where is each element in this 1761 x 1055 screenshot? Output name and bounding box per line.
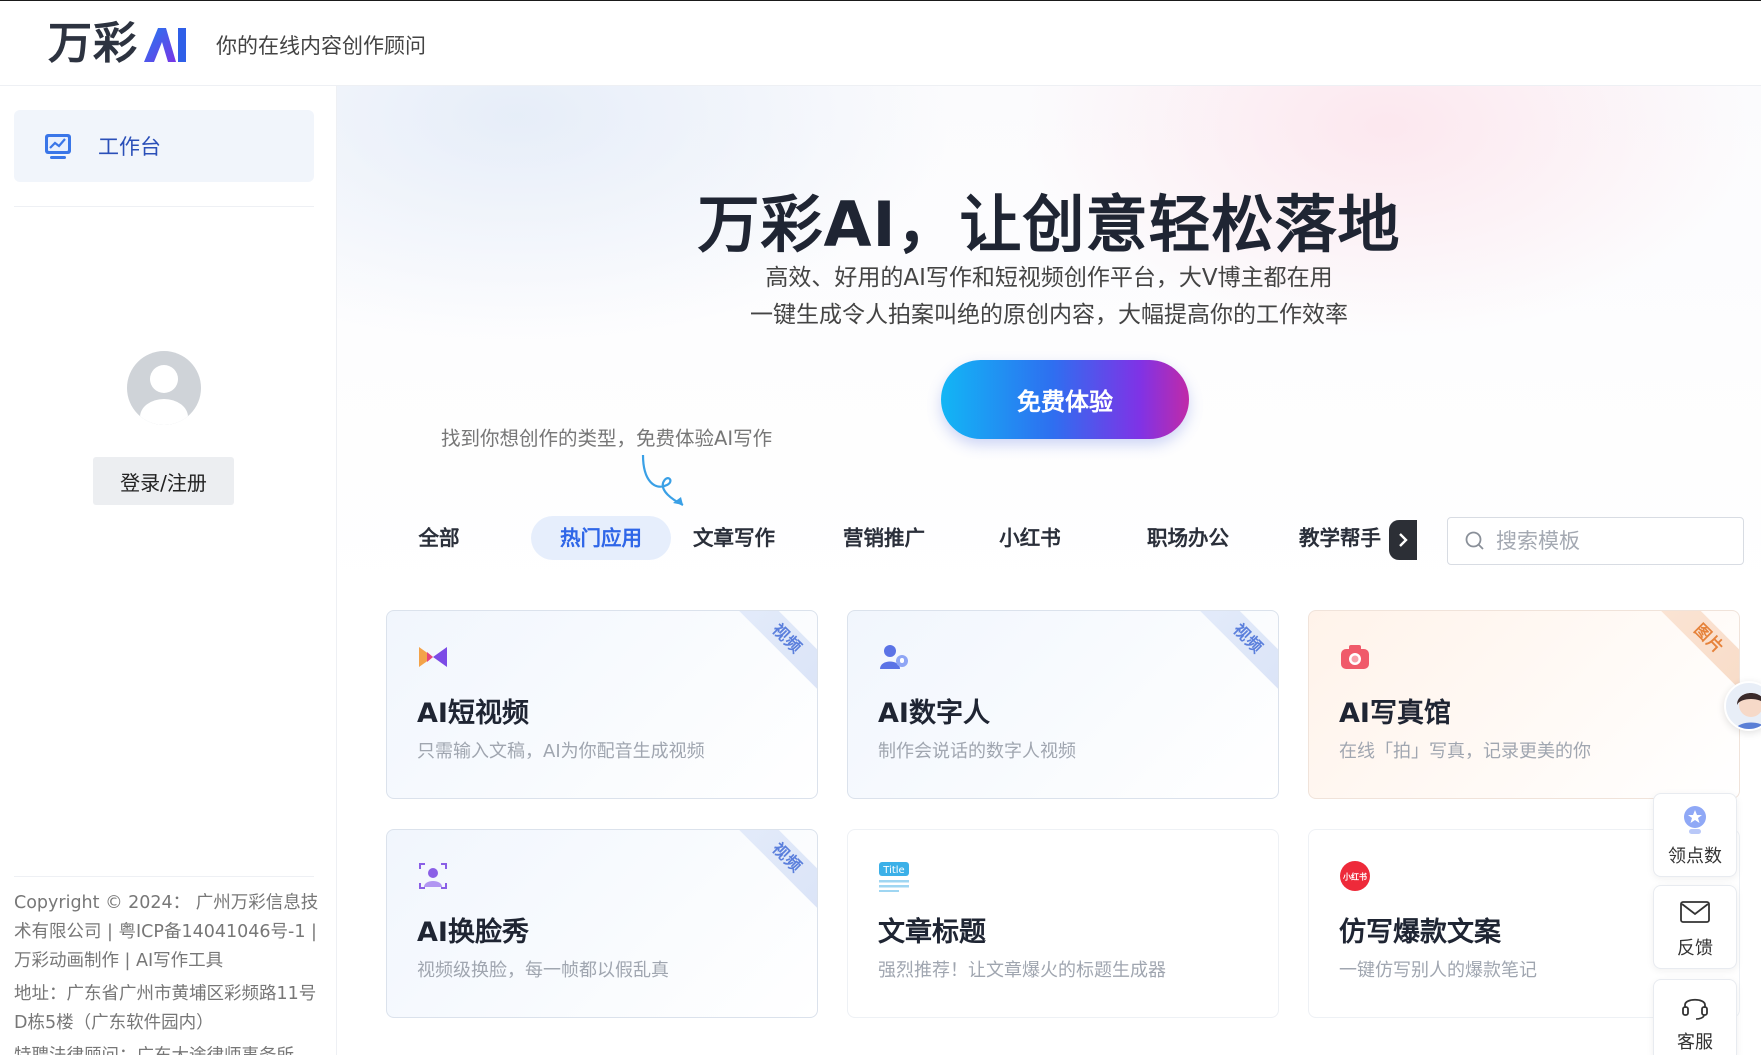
hero-title: 万彩AI，让创意轻松落地 — [697, 188, 1401, 261]
card-description: 视频级换脸，每一帧都以假乱真 — [417, 960, 669, 981]
chart-monitor-icon — [45, 134, 71, 159]
default-user-icon — [140, 365, 188, 425]
card-description: 强烈推荐！让文章爆火的标题生成器 — [878, 960, 1166, 981]
xiaohongshu-icon-text: 小红书 — [1342, 872, 1367, 882]
legal-counsel-text: 特聘法律顾问：广东大途律师事务所 — [14, 1042, 319, 1055]
logo-ai-mark — [142, 24, 192, 64]
template-search-box — [1447, 517, 1744, 565]
title-doc-icon: Title — [879, 862, 909, 892]
main-content: 万彩AI，让创意轻松落地 高效、好用的AI写作和短视频创作平台，大V博主都在用 … — [337, 86, 1761, 1055]
tab-teaching[interactable]: 教学帮手 — [1285, 516, 1395, 560]
feedback-label: 反馈 — [1677, 938, 1713, 959]
customer-service-label: 客服 — [1677, 1032, 1713, 1053]
get-points-button[interactable]: 领点数 — [1653, 793, 1737, 877]
card-title: 文章标题 — [878, 917, 986, 948]
category-tabs: 全部 热门应用 文章写作 营销推广 小红书 职场办公 教学帮手 — [389, 516, 1418, 560]
card-description: 制作会说话的数字人视频 — [878, 741, 1076, 762]
copyright-text: Copyright © 2024： 广州万彩信息技术有限公司 | 粤ICP备14… — [14, 893, 319, 971]
headset-icon — [1682, 998, 1708, 1020]
badge-label: 视频 — [739, 830, 817, 908]
camera-icon — [1341, 645, 1369, 669]
curved-arrow-icon — [641, 454, 684, 506]
bowtie-play-icon — [419, 647, 447, 667]
badge-label: 视频 — [1200, 611, 1278, 689]
sidebar-item-workbench[interactable]: 工作台 — [14, 110, 314, 182]
title-icon-text: Title — [882, 865, 904, 876]
app-card-ai-digital-human[interactable]: AI数字人 制作会说话的数字人视频 视频 — [847, 610, 1279, 799]
card-badge: 视频 — [739, 830, 817, 908]
tabs-scroll-right-button[interactable] — [1389, 520, 1417, 560]
header-tagline: 你的在线内容创作顾问 — [216, 34, 426, 58]
hint-text: 找到你想创作的类型，免费体验AI写作 — [441, 427, 773, 450]
feedback-button[interactable]: 反馈 — [1653, 885, 1737, 969]
search-icon — [1465, 531, 1484, 550]
tab-marketing[interactable]: 营销推广 — [829, 516, 939, 560]
tab-xiaohongshu[interactable]: 小红书 — [985, 516, 1075, 560]
tab-article-writing[interactable]: 文章写作 — [679, 516, 789, 560]
card-description: 只需输入文稿，AI为你配音生成视频 — [417, 741, 705, 762]
brand-logo[interactable]: 万彩 — [48, 19, 192, 69]
hero-subtitle-2: 一键生成令人拍案叫绝的原创内容，大幅提高你的工作效率 — [750, 302, 1348, 328]
tab-hot-apps[interactable]: 热门应用 — [531, 516, 671, 560]
card-title: AI换脸秀 — [417, 917, 529, 948]
points-badge-icon — [1684, 806, 1706, 834]
app-card-ai-short-video[interactable]: AI短视频 只需输入文稿，AI为你配音生成视频 视频 — [386, 610, 818, 799]
mail-icon — [1680, 901, 1710, 923]
badge-label: 图片 — [1661, 611, 1739, 689]
get-points-label: 领点数 — [1668, 846, 1722, 867]
face-scan-icon — [419, 863, 447, 889]
tab-workplace[interactable]: 职场办公 — [1133, 516, 1243, 560]
sidebar-footer-divider — [14, 876, 314, 877]
user-avatar[interactable] — [127, 351, 201, 425]
hero-subtitle-1: 高效、好用的AI写作和短视频创作平台，大V博主都在用 — [765, 265, 1333, 291]
top-header: 万彩 你的在线内容创作顾问 — [0, 0, 1761, 86]
app-card-ai-face-swap[interactable]: AI换脸秀 视频级换脸，每一帧都以假乱真 视频 — [386, 829, 818, 1018]
card-title: AI短视频 — [417, 698, 529, 729]
sidebar-divider — [14, 206, 314, 207]
template-search-input[interactable] — [1496, 529, 1736, 553]
free-trial-button[interactable]: 免费体验 — [941, 360, 1189, 439]
card-title: 仿写爆款文案 — [1339, 917, 1501, 948]
customer-service-button[interactable]: 客服 — [1653, 979, 1737, 1055]
app-card-ai-photo-studio[interactable]: AI写真馆 在线「拍」写真，记录更美的你 图片 — [1308, 610, 1740, 799]
badge-label: 视频 — [739, 611, 817, 689]
logo-text: 万彩 — [48, 18, 138, 69]
card-badge: 视频 — [1200, 611, 1278, 689]
chevron-right-icon — [1399, 533, 1408, 547]
card-title: AI写真馆 — [1339, 698, 1451, 729]
digital-person-icon — [880, 645, 908, 669]
app-card-article-title[interactable]: Title 文章标题 强烈推荐！让文章爆火的标题生成器 — [847, 829, 1279, 1018]
assistant-avatar-icon — [1735, 693, 1761, 729]
card-description: 在线「拍」写真，记录更美的你 — [1339, 741, 1591, 762]
card-badge: 图片 — [1661, 611, 1739, 689]
card-description: 一键仿写别人的爆款笔记 — [1339, 960, 1537, 981]
address-text: 地址：广东省广州市黄埔区彩频路11号D栋5楼（广东软件园内） — [14, 984, 317, 1033]
xiaohongshu-icon: 小红书 — [1340, 861, 1370, 891]
sidebar-footer: Copyright © 2024： 广州万彩信息技术有限公司 | 粤ICP备14… — [14, 889, 319, 1055]
login-register-button[interactable]: 登录/注册 — [93, 457, 234, 505]
card-title: AI数字人 — [878, 698, 990, 729]
sidebar-item-label: 工作台 — [98, 135, 161, 159]
tab-all[interactable]: 全部 — [389, 516, 489, 560]
left-sidebar: 工作台 登录/注册 Copyright © 2024： 广州万彩信息技术有限公司… — [0, 86, 337, 1055]
card-badge: 视频 — [739, 611, 817, 689]
